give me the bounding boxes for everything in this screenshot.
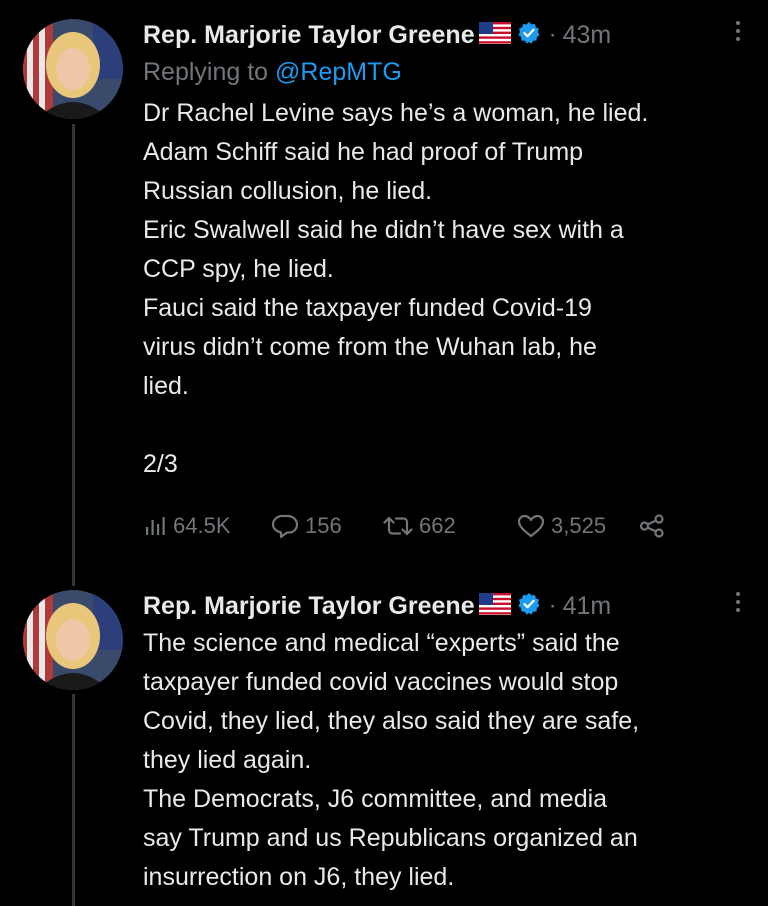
like-action[interactable]: 3,525 (517, 513, 639, 539)
replying-handle-link[interactable]: @RepMTG (275, 58, 402, 86)
reply-bubble-icon (271, 514, 299, 539)
tweet[interactable]: Rep. Marjorie Taylor Greene · (0, 586, 768, 906)
views-chart-icon (146, 517, 165, 535)
replying-to: Replying to @RepMTG (143, 53, 748, 91)
tweet[interactable]: Rep. Marjorie Taylor Greene · (0, 0, 768, 580)
retweet-action[interactable]: 662 (383, 513, 517, 539)
tweet-header: Rep. Marjorie Taylor Greene · (143, 588, 748, 624)
verified-badge-icon (517, 21, 541, 50)
more-options-icon[interactable] (728, 588, 748, 612)
separator-dot: · (548, 21, 557, 48)
timestamp[interactable]: 43m (563, 21, 612, 50)
retweet-count: 662 (419, 513, 456, 538)
us-flag-icon (478, 592, 511, 620)
share-icon (639, 514, 664, 538)
share-action[interactable] (639, 514, 671, 538)
tweet-text: Dr Rachel Levine says he’s a woman, he l… (143, 99, 649, 478)
views-action[interactable]: 64.5K (143, 513, 271, 539)
separator-dot: · (548, 592, 557, 619)
display-name[interactable]: Rep. Marjorie Taylor Greene (143, 21, 475, 50)
heart-icon (517, 514, 545, 538)
reply-action[interactable]: 156 (271, 513, 383, 539)
avatar[interactable] (23, 19, 123, 119)
like-count: 3,525 (551, 513, 607, 538)
verified-badge-icon (517, 592, 541, 621)
views-count: 64.5K (173, 513, 231, 538)
tweet-actions: 64.5K 156 662 3,525 (143, 513, 671, 539)
timestamp[interactable]: 41m (563, 592, 612, 621)
display-name[interactable]: Rep. Marjorie Taylor Greene (143, 592, 475, 621)
retweet-icon (383, 516, 413, 536)
avatar[interactable] (23, 590, 123, 690)
reply-count: 156 (305, 513, 342, 538)
more-options-icon[interactable] (728, 17, 748, 41)
tweet-text: The science and medical “experts” said t… (143, 629, 640, 891)
tweet-header: Rep. Marjorie Taylor Greene · (143, 17, 748, 53)
us-flag-icon (478, 21, 511, 49)
replying-prefix: Replying to (143, 58, 269, 86)
